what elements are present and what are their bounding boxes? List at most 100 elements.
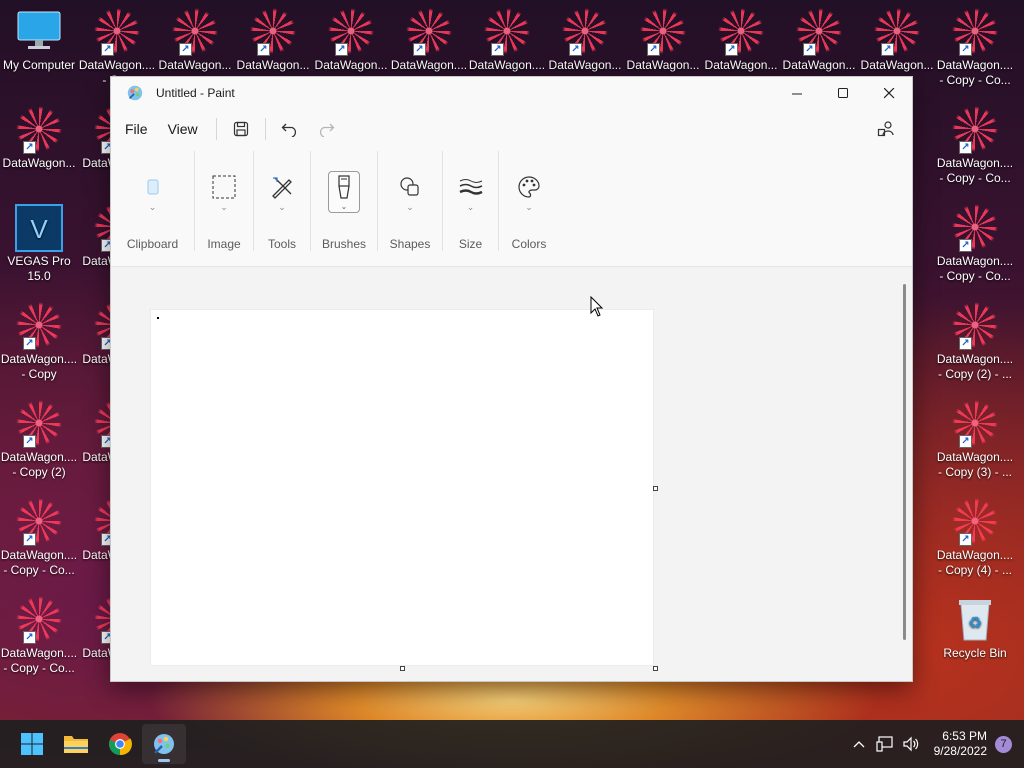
my-computer-item[interactable]: My Computer — [0, 8, 78, 73]
file-menu[interactable]: File — [117, 115, 156, 143]
desktop-icon-label: DataWagon... — [158, 58, 232, 72]
chevron-down-icon: ⌄ — [278, 202, 286, 212]
chevron-up-icon — [853, 741, 865, 748]
brush-button[interactable]: ⌄ — [328, 171, 360, 213]
datawagon-icon: ↗ — [327, 8, 375, 56]
shapes-group[interactable]: ⌄ Shapes — [378, 151, 443, 251]
shortcut-arrow-icon: ↗ — [335, 43, 348, 56]
desktop-icon-label: DataWagon... — [704, 58, 778, 72]
file-explorer-button[interactable] — [54, 724, 98, 764]
resize-handle-corner[interactable] — [653, 666, 658, 671]
network-icon — [876, 736, 893, 752]
datawagon-icon: ↗ — [15, 596, 63, 644]
close-button[interactable] — [866, 77, 912, 109]
datawagon-icon: ↗ — [951, 204, 999, 252]
chrome-button[interactable] — [98, 724, 142, 764]
menu-divider — [264, 118, 266, 140]
clipboard-group[interactable]: ⌄ Clipboard — [111, 151, 195, 251]
ribbon: ⌄ Clipboard ⌄ Image ⌄ Tools ⌄ Brushes ⌄ … — [111, 149, 912, 267]
title-bar[interactable]: Untitled - Paint — [111, 77, 912, 109]
desktop-shortcut[interactable]: ↗ DataWagon.... - Copy - Co... — [936, 8, 1014, 88]
brushes-group[interactable]: ⌄ Brushes — [311, 151, 378, 251]
desktop-shortcut[interactable]: ↗ DataWagon... — [234, 8, 312, 73]
desktop-shortcut[interactable]: ↗ DataWagon... — [0, 106, 78, 171]
show-hidden-icons-button[interactable] — [847, 732, 871, 756]
desktop-shortcut[interactable]: ↗ DataWagon... — [546, 8, 624, 73]
vertical-scrollbar[interactable] — [903, 284, 906, 640]
datawagon-icon: ↗ — [951, 498, 999, 546]
desktop-icon-label: DataWagon.... - Copy (4) - ... — [936, 548, 1014, 577]
desktop-shortcut[interactable]: ↗ DataWagon.... - Copy (2) - ... — [936, 302, 1014, 382]
system-tray: 6:53 PM 9/28/2022 7 — [846, 729, 1024, 759]
view-menu[interactable]: View — [160, 115, 206, 143]
desktop-shortcut[interactable]: ↗ DataWagon.... - Copy (2) — [0, 400, 78, 480]
shortcut-arrow-icon: ↗ — [569, 43, 582, 56]
canvas-dot — [157, 317, 159, 319]
desktop-shortcut[interactable]: ↗ DataWagon.... — [390, 8, 468, 73]
desktop-icon-label: DataWagon... — [314, 58, 388, 72]
desktop-shortcut[interactable]: ↗ DataWagon.... - Copy (4) - ... — [936, 498, 1014, 578]
datawagon-icon: ↗ — [639, 8, 687, 56]
desktop-shortcut[interactable]: ↗ DataWagon.... - Copy — [0, 302, 78, 382]
redo-icon — [319, 123, 335, 137]
colors-group[interactable]: ⌄ Colors — [499, 151, 559, 251]
clock[interactable]: 6:53 PM 9/28/2022 — [934, 729, 987, 759]
drawing-canvas[interactable] — [150, 309, 654, 666]
desktop-shortcut[interactable]: ↗ DataWagon... — [156, 8, 234, 73]
paint-taskbar-button[interactable] — [142, 724, 186, 764]
clock-date: 9/28/2022 — [933, 744, 987, 758]
taskbar: 6:53 PM 9/28/2022 7 — [0, 720, 1024, 768]
desktop-shortcut[interactable]: ↗ DataWagon.... - Copy - Co... — [936, 204, 1014, 284]
shortcut-arrow-icon: ↗ — [23, 141, 36, 154]
save-button[interactable] — [223, 113, 259, 145]
shortcut-arrow-icon: ↗ — [959, 141, 972, 154]
tools-group[interactable]: ⌄ Tools — [254, 151, 311, 251]
maximize-button[interactable] — [820, 77, 866, 109]
clipboard-icon — [147, 179, 158, 194]
start-button[interactable] — [10, 724, 54, 764]
canvas-area[interactable] — [111, 268, 912, 681]
desktop-icon-label: VEGAS Pro 15.0 — [7, 254, 71, 283]
desktop-shortcut[interactable]: ↗ DataWagon... — [624, 8, 702, 73]
resize-handle-bottom[interactable] — [400, 666, 405, 671]
account-button[interactable] — [868, 113, 904, 145]
desktop-shortcut[interactable]: ↗ DataWagon... — [858, 8, 936, 73]
desktop-shortcut[interactable]: ↗ DataWagon.... - Copy - Co... — [0, 596, 78, 676]
resize-handle-right[interactable] — [653, 486, 658, 491]
desktop-shortcut[interactable]: ↗ DataWagon.... — [468, 8, 546, 73]
minimize-button[interactable] — [774, 77, 820, 109]
chevron-down-icon: ⌄ — [406, 202, 414, 212]
datawagon-icon: ↗ — [405, 8, 453, 56]
shortcut-arrow-icon: ↗ — [647, 43, 660, 56]
shortcut-arrow-icon: ↗ — [257, 43, 270, 56]
redo-button[interactable] — [308, 113, 344, 145]
network-button[interactable] — [873, 732, 897, 756]
volume-button[interactable] — [899, 732, 923, 756]
image-group[interactable]: ⌄ Image — [195, 151, 254, 251]
desktop-icon-label: DataWagon.... - Copy - Co... — [0, 646, 78, 675]
shortcut-arrow-icon: ↗ — [23, 337, 36, 350]
size-group[interactable]: ⌄ Size — [443, 151, 499, 251]
stroke-size-icon — [458, 178, 483, 195]
desktop-icon-label: DataWagon... — [860, 58, 934, 72]
desktop-icon-label: DataWagon.... — [468, 58, 546, 72]
notification-badge[interactable]: 7 — [995, 735, 1012, 753]
vegas-pro-item[interactable]: V VEGAS Pro 15.0 — [0, 204, 78, 284]
desktop-icon-label: DataWagon.... - Copy - Co... — [936, 254, 1014, 283]
desktop-shortcut[interactable]: ↗ DataWagon.... - Copy - Co... — [936, 106, 1014, 186]
desktop-shortcut[interactable]: ↗ DataWagon... — [312, 8, 390, 73]
datawagon-icon: ↗ — [249, 8, 297, 56]
datawagon-icon: ↗ — [171, 8, 219, 56]
ribbon-label-image: Image — [207, 237, 241, 251]
desktop-shortcut[interactable]: ↗ DataWagon.... - Copy (3) - ... — [936, 400, 1014, 480]
desktop-shortcut[interactable]: ↗ DataWagon... — [702, 8, 780, 73]
palette-icon — [518, 175, 540, 198]
minimize-icon — [791, 93, 802, 94]
recycle-bin-icon-item[interactable]: ♻ Recycle Bin — [936, 596, 1014, 661]
desktop-shortcut[interactable]: ↗ DataWagon.... - Copy - Co... — [0, 498, 78, 578]
desktop-shortcut[interactable]: ↗ DataWagon... — [780, 8, 858, 73]
shortcut-arrow-icon: ↗ — [101, 43, 114, 56]
desktop-icon-label: DataWagon.... - Copy (2) - ... — [936, 352, 1014, 381]
undo-button[interactable] — [272, 113, 308, 145]
shortcut-arrow-icon: ↗ — [23, 533, 36, 546]
